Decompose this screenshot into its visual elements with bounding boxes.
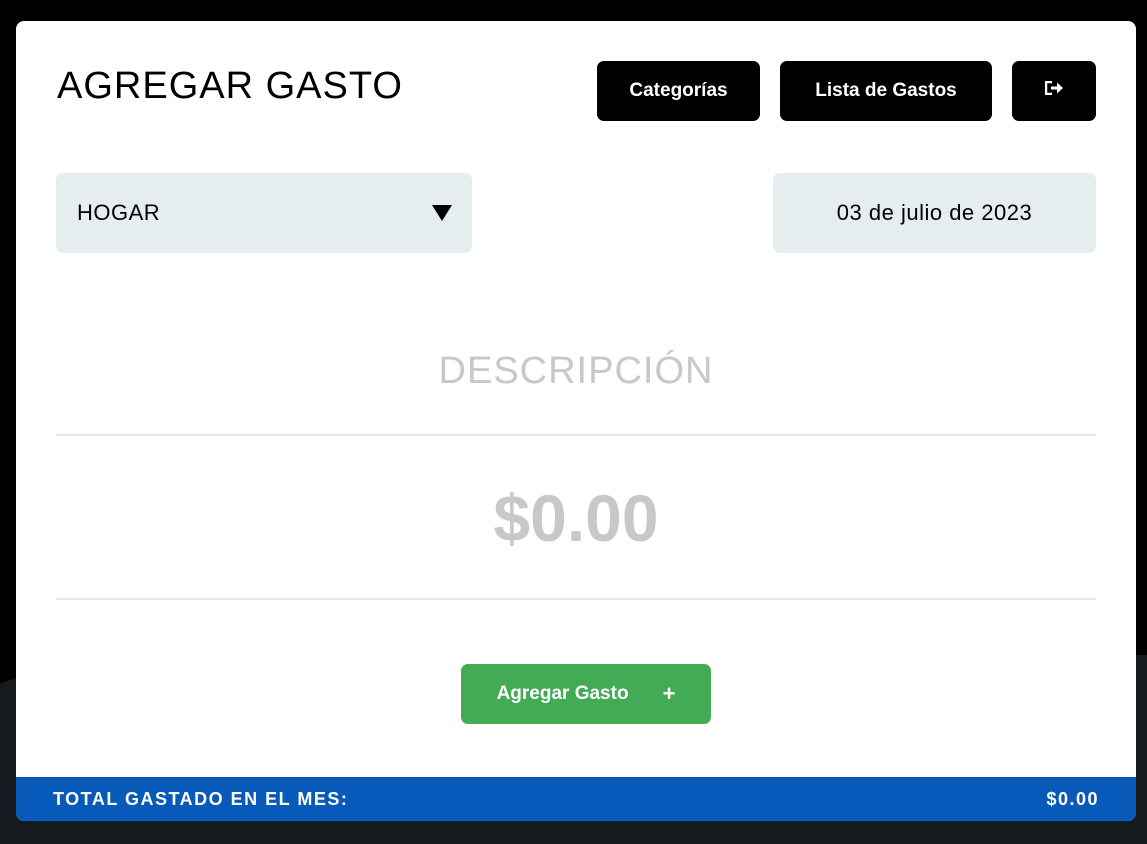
description-input[interactable] bbox=[56, 336, 1096, 406]
categories-button[interactable]: Categorías bbox=[597, 61, 760, 121]
logout-button[interactable] bbox=[1012, 61, 1096, 121]
logout-icon bbox=[1043, 78, 1065, 104]
monthly-total-value: $0.00 bbox=[1046, 788, 1099, 809]
add-expense-card: AGREGAR GASTO Categorías Lista de Gastos… bbox=[16, 21, 1136, 821]
expense-list-button[interactable]: Lista de Gastos bbox=[780, 61, 992, 121]
caret-down-icon bbox=[432, 205, 452, 221]
add-expense-button-label: Agregar Gasto bbox=[496, 683, 629, 704]
divider bbox=[56, 598, 1096, 600]
category-select[interactable]: HOGAR bbox=[56, 173, 472, 253]
page-title: AGREGAR GASTO bbox=[57, 65, 403, 107]
add-expense-button[interactable]: Agregar Gasto + bbox=[461, 664, 711, 724]
date-picker[interactable]: 03 de julio de 2023 bbox=[773, 173, 1096, 253]
amount-input[interactable] bbox=[56, 476, 1096, 560]
monthly-total-bar: TOTAL GASTADO EN EL MES: $0.00 bbox=[16, 777, 1136, 821]
divider bbox=[56, 434, 1096, 436]
category-select-value: HOGAR bbox=[77, 200, 161, 225]
date-picker-value: 03 de julio de 2023 bbox=[836, 200, 1033, 225]
monthly-total-label: TOTAL GASTADO EN EL MES: bbox=[53, 788, 349, 809]
plus-icon: + bbox=[662, 681, 676, 706]
